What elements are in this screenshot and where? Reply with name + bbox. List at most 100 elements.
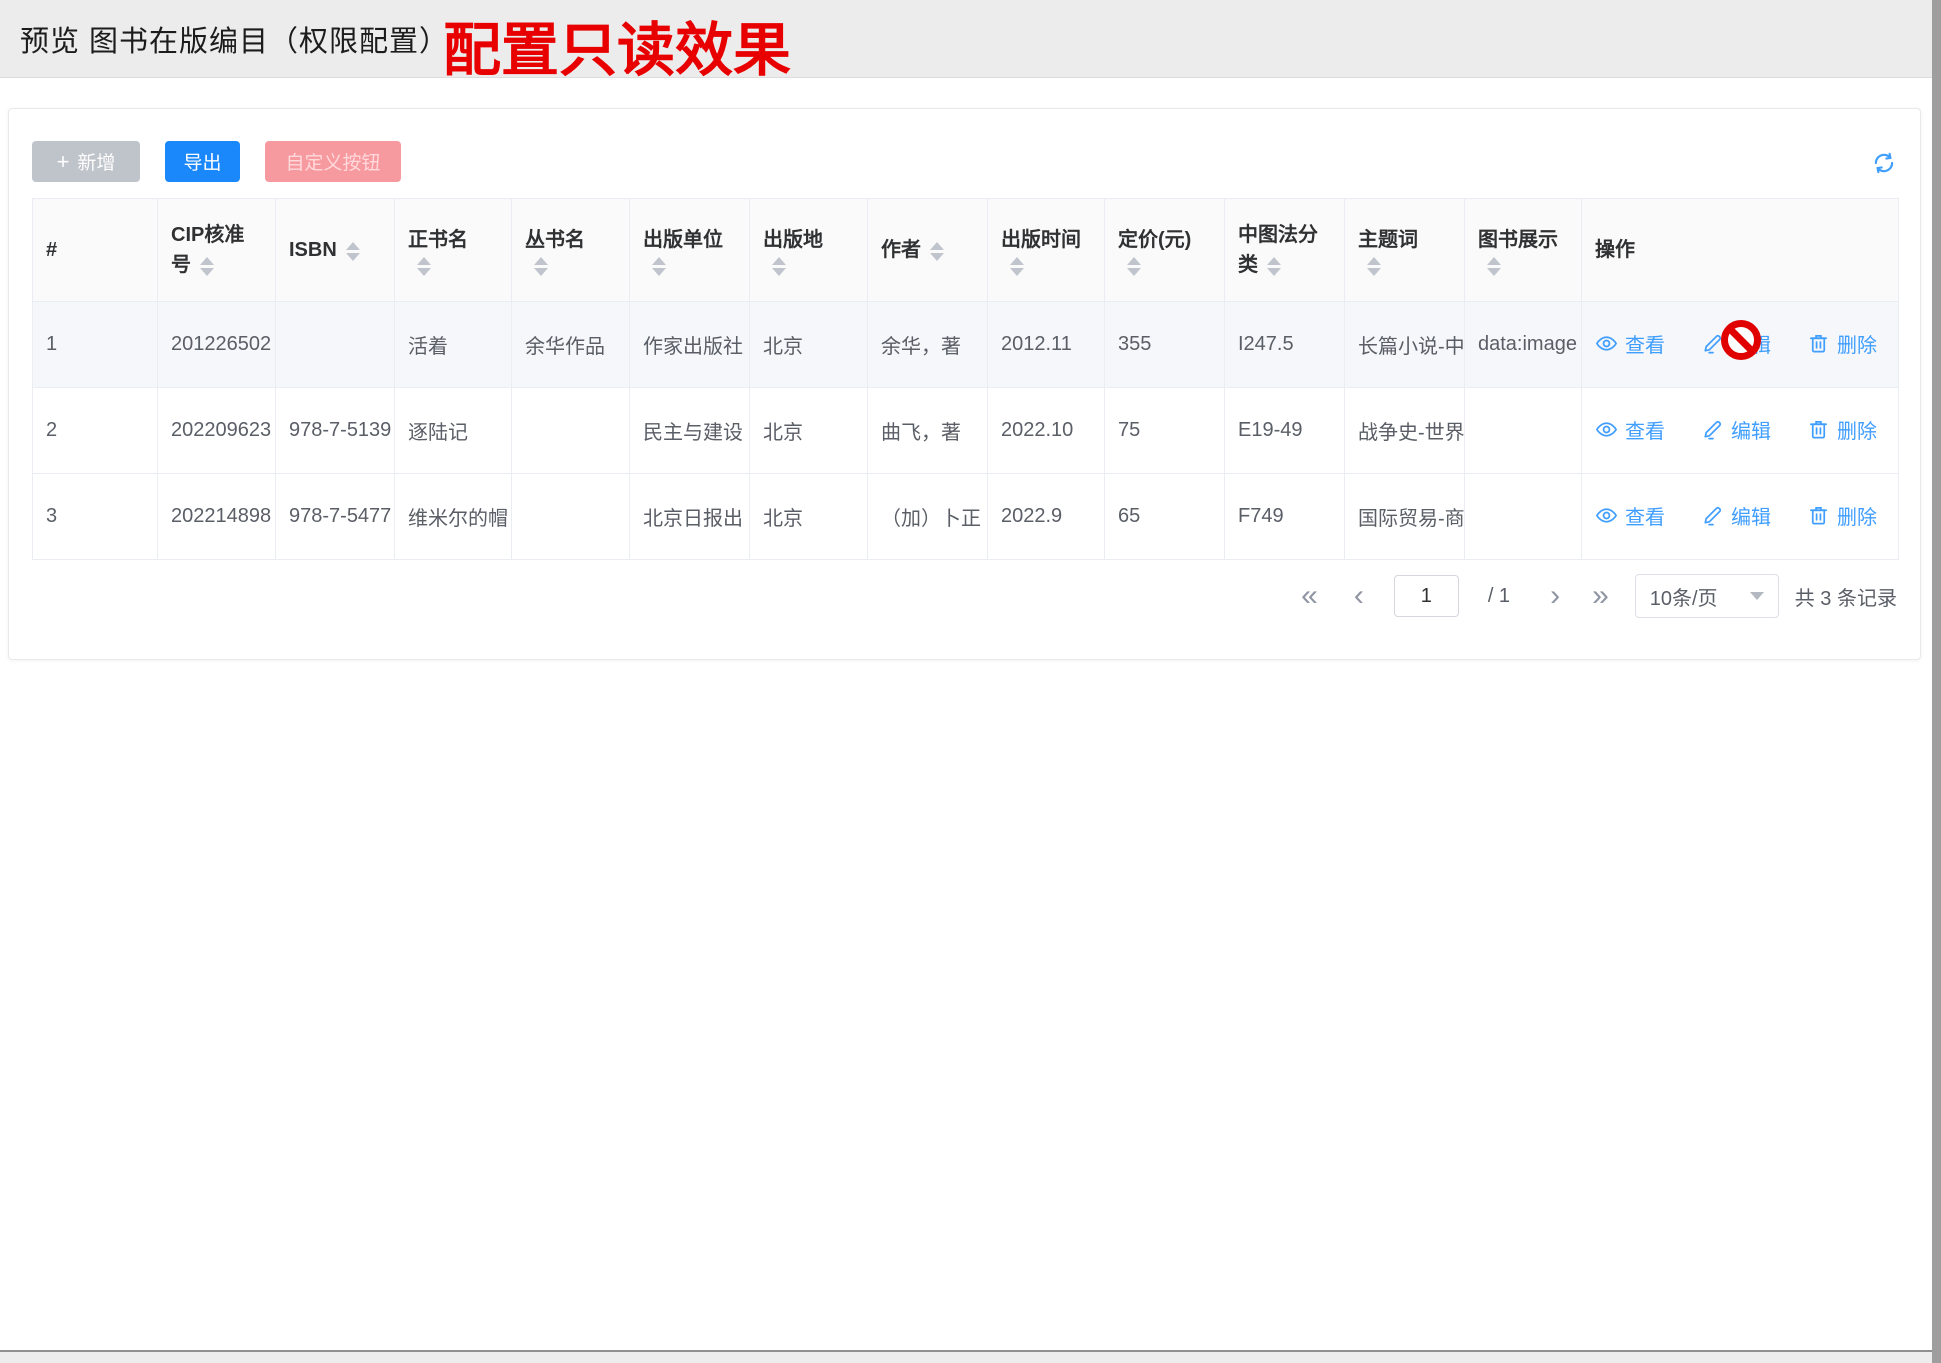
view-link[interactable]: 查看 [1595, 415, 1665, 444]
first-page-button[interactable]: « [1301, 574, 1318, 618]
sort-caret[interactable] [1267, 257, 1281, 276]
delete-link[interactable]: 删除 [1807, 501, 1877, 530]
table-row: 1201226502活着余华作品作家出版社北京余华，著2012.11355I24… [33, 302, 1899, 388]
cell-cip: 202214898 [158, 474, 276, 560]
sort-caret[interactable] [534, 257, 548, 276]
column-label: 定价(元) [1118, 225, 1191, 255]
cell-book_title: 活着 [395, 302, 512, 388]
column-label: 中图法分 [1238, 220, 1318, 250]
cell-publisher: 北京日报出 [630, 474, 750, 560]
last-page-button[interactable]: » [1592, 574, 1609, 618]
pencil-icon [1701, 504, 1724, 527]
sort-caret[interactable] [1127, 257, 1141, 276]
sort-caret[interactable] [1487, 257, 1501, 276]
cell-book_title: 逐陆记 [395, 388, 512, 474]
eye-icon [1595, 504, 1618, 527]
column-label: 图书展示 [1478, 225, 1558, 255]
sort-caret[interactable] [346, 242, 360, 261]
view-link[interactable]: 查看 [1595, 501, 1665, 530]
view-link-label: 查看 [1625, 501, 1665, 530]
chevron-down-icon [1750, 592, 1764, 600]
column-label: 号 [171, 250, 191, 280]
cell-pub_date: 2022.10 [988, 388, 1105, 474]
sort-caret[interactable] [1010, 257, 1024, 276]
trash-icon [1807, 332, 1830, 355]
column-label: 出版单位 [643, 225, 723, 255]
column-label: 主题词 [1358, 225, 1418, 255]
column-label: 操作 [1595, 235, 1635, 265]
cell-subject: 战争史-世界 [1345, 388, 1465, 474]
page-input[interactable] [1394, 575, 1459, 617]
books-table: #CIP核准号ISBN正书名丛书名出版单位出版地作者出版时间定价(元)中图法分类… [32, 198, 1899, 560]
column-header-clc: 中图法分类 [1225, 199, 1345, 302]
sort-caret[interactable] [1367, 257, 1381, 276]
window-scrollbar[interactable] [1932, 0, 1941, 1363]
page-size-value: 10条/页 [1650, 582, 1750, 611]
cell-actions: 查看 编辑 删除 [1582, 302, 1899, 388]
view-link-label: 查看 [1625, 415, 1665, 444]
cell-publisher: 民主与建设 [630, 388, 750, 474]
cell-price: 65 [1105, 474, 1225, 560]
column-header-book_image: 图书展示 [1465, 199, 1582, 302]
cell-pub_date: 2022.9 [988, 474, 1105, 560]
table-header-row: #CIP核准号ISBN正书名丛书名出版单位出版地作者出版时间定价(元)中图法分类… [33, 199, 1899, 302]
prev-page-button[interactable]: ‹ [1354, 574, 1364, 618]
pencil-icon [1701, 418, 1724, 441]
add-button-label: 新增 [77, 148, 115, 175]
cell-book_image [1465, 388, 1582, 474]
window-bottom-edge [0, 1350, 1932, 1363]
cell-cip: 202209623 [158, 388, 276, 474]
sort-caret[interactable] [930, 242, 944, 261]
sort-caret[interactable] [417, 257, 431, 276]
plus-icon: + [57, 151, 70, 173]
sort-caret[interactable] [652, 257, 666, 276]
table-row: 3202214898978-7-5477维米尔的帽北京日报出北京（加）卜正202… [33, 474, 1899, 560]
sort-caret[interactable] [772, 257, 786, 276]
edit-link-label: 编辑 [1731, 415, 1771, 444]
cell-series: 余华作品 [512, 302, 630, 388]
column-label: 丛书名 [525, 225, 585, 255]
delete-link[interactable]: 删除 [1807, 329, 1877, 358]
edit-link-label: 编辑 [1731, 501, 1771, 530]
column-header-author: 作者 [868, 199, 988, 302]
export-button-label: 导出 [183, 148, 221, 175]
edit-link[interactable]: 编辑 [1701, 329, 1771, 358]
total-records-label: 共 3 条记录 [1795, 582, 1897, 611]
cell-isbn [276, 302, 395, 388]
export-button[interactable]: 导出 [165, 141, 240, 182]
column-header-series: 丛书名 [512, 199, 630, 302]
trash-icon [1807, 504, 1830, 527]
cell-actions: 查看 编辑 删除 [1582, 388, 1899, 474]
total-pages-label: / 1 [1488, 585, 1510, 608]
cell-index: 3 [33, 474, 158, 560]
next-page-button[interactable]: › [1550, 574, 1560, 618]
custom-button[interactable]: 自定义按钮 [265, 141, 401, 182]
content-card: + 新增 导出 自定义按钮 #CIP核准号ISBN正书名丛书名出版单位出版地作者… [8, 108, 1921, 660]
sort-caret[interactable] [200, 257, 214, 276]
cell-pub_place: 北京 [750, 388, 868, 474]
pagination: « ‹ / 1 › » 10条/页 共 3 条记录 [32, 574, 1897, 618]
eye-icon [1595, 332, 1618, 355]
cell-isbn: 978-7-5477 [276, 474, 395, 560]
column-header-cip: CIP核准号 [158, 199, 276, 302]
cell-pub_place: 北京 [750, 302, 868, 388]
view-link[interactable]: 查看 [1595, 329, 1665, 358]
cell-clc: E19-49 [1225, 388, 1345, 474]
add-button[interactable]: + 新增 [32, 141, 140, 182]
page-size-select[interactable]: 10条/页 [1635, 574, 1779, 618]
trash-icon [1807, 418, 1830, 441]
refresh-button[interactable] [1871, 150, 1897, 176]
column-label: 类 [1238, 250, 1258, 280]
edit-link[interactable]: 编辑 [1701, 501, 1771, 530]
cell-author: 曲飞，著 [868, 388, 988, 474]
cell-series [512, 474, 630, 560]
cell-cip: 201226502 [158, 302, 276, 388]
cell-book_image: data:image [1465, 302, 1582, 388]
readonly-annotation: 配置只读效果 [443, 20, 791, 82]
delete-link-label: 删除 [1837, 415, 1877, 444]
column-label: CIP核准 [171, 220, 244, 250]
cell-series [512, 388, 630, 474]
column-header-book_title: 正书名 [395, 199, 512, 302]
edit-link[interactable]: 编辑 [1701, 415, 1771, 444]
delete-link[interactable]: 删除 [1807, 415, 1877, 444]
